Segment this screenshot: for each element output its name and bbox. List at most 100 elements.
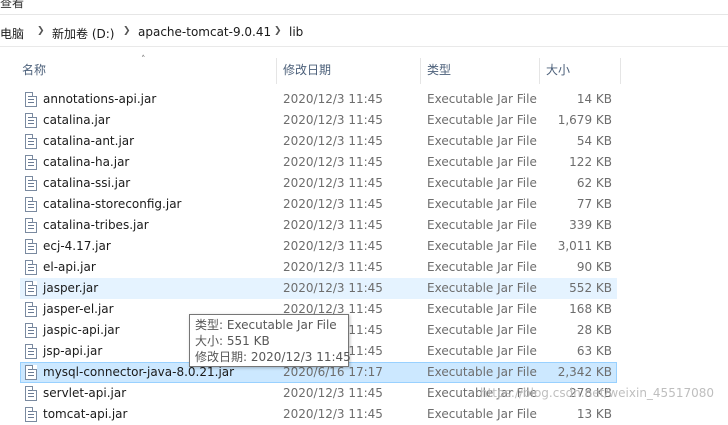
file-name: catalina-ha.jar (43, 155, 130, 169)
file-size: 14 KB (576, 92, 612, 106)
jar-file-icon (25, 323, 37, 338)
file-type: Executable Jar File (427, 260, 537, 274)
table-row[interactable]: catalina-ssi.jar 2020/12/3 11:45 Executabl… (20, 173, 617, 194)
file-name: catalina-tribes.jar (43, 218, 149, 232)
file-name: catalina-ant.jar (43, 134, 135, 148)
jar-file-icon (25, 281, 37, 296)
chevron-right-icon[interactable]: ❯ (123, 26, 131, 36)
file-date: 2020/12/3 11:45 (283, 386, 383, 400)
file-size: 63 KB (576, 344, 612, 358)
jar-file-icon (25, 176, 37, 191)
file-size: 90 KB (576, 260, 612, 274)
file-name: catalina-storeconfig.jar (43, 197, 182, 211)
file-size: 122 KB (569, 155, 612, 169)
file-type: Executable Jar File (427, 92, 537, 106)
file-date: 2020/12/3 11:45 (283, 113, 383, 127)
file-name: jsp-api.jar (43, 344, 103, 358)
file-size: 168 KB (569, 302, 612, 316)
file-name: jasper.jar (43, 281, 99, 295)
file-date: 2020/12/3 11:45 (283, 197, 383, 211)
file-type: Executable Jar File (427, 281, 537, 295)
table-row[interactable]: jasper.jar 2020/12/3 11:45 Executable Jar … (20, 278, 617, 299)
file-name: ecj-4.17.jar (43, 239, 111, 253)
file-type: Executable Jar File (427, 365, 537, 379)
table-row[interactable]: catalina-storeconfig.jar 2020/12/3 11:45 E… (20, 194, 617, 215)
table-row[interactable]: tomcat-api.jar 2020/12/3 11:45 Executable … (20, 404, 617, 425)
file-size: 1,679 KB (557, 113, 612, 127)
file-size: 28 KB (576, 323, 612, 337)
file-size: 77 KB (576, 197, 612, 211)
ribbon-strip: 查看 (0, 0, 728, 15)
column-header-name[interactable]: 名称 (16, 56, 276, 84)
file-date: 2020/12/3 11:45 (283, 218, 383, 232)
file-name: tomcat-api.jar (43, 407, 128, 421)
file-tooltip: 类型: Executable Jar File 大小: 551 KB 修改日期:… (189, 314, 351, 367)
file-size: 339 KB (569, 218, 612, 232)
file-name: annotations-api.jar (43, 92, 157, 106)
table-row[interactable]: catalina-ant.jar 2020/12/3 11:45 Executabl… (20, 131, 617, 152)
file-type: Executable Jar File (427, 176, 537, 190)
jar-file-icon (25, 260, 37, 275)
file-size: 2,342 KB (557, 365, 612, 379)
chevron-right-icon[interactable]: ❯ (274, 26, 282, 36)
breadcrumb-item-drive[interactable]: 新加卷 (D:) (52, 25, 114, 42)
file-type: Executable Jar File (427, 218, 537, 232)
file-size: 54 KB (576, 134, 612, 148)
jar-file-icon (25, 134, 37, 149)
jar-file-icon (25, 92, 37, 107)
file-type: Executable Jar File (427, 113, 537, 127)
watermark: https://blog.csdn.net/weixin_45517080 (479, 386, 714, 400)
tooltip-type: 类型: Executable Jar File (195, 318, 337, 332)
column-divider[interactable] (620, 58, 621, 84)
file-date: 2020/12/3 11:45 (283, 260, 383, 274)
file-date: 2020/12/3 11:45 (283, 92, 383, 106)
jar-file-icon (25, 239, 37, 254)
jar-file-icon (25, 407, 37, 422)
file-name: servlet-api.jar (43, 386, 127, 400)
file-date: 2020/12/3 11:45 (283, 407, 383, 421)
table-row[interactable]: annotations-api.jar 2020/12/3 11:45 Execut… (20, 89, 617, 110)
file-size: 552 KB (569, 281, 612, 295)
file-date: 2020/12/3 11:45 (283, 281, 383, 295)
jar-file-icon (25, 113, 37, 128)
jar-file-icon (25, 344, 37, 359)
table-row[interactable]: catalina-ha.jar 2020/12/3 11:45 Executable… (20, 152, 617, 173)
column-header-size[interactable]: 大小 (540, 56, 620, 84)
file-size: 13 KB (576, 407, 612, 421)
file-size: 62 KB (576, 176, 612, 190)
file-type: Executable Jar File (427, 134, 537, 148)
column-header-date[interactable]: 修改日期 (277, 56, 420, 84)
file-name: jaspic-api.jar (43, 323, 120, 337)
breadcrumb-item-this-pc[interactable]: 此电脑 (0, 25, 24, 42)
file-size: 3,011 KB (557, 239, 612, 253)
table-row[interactable]: ecj-4.17.jar 2020/12/3 11:45 Executable Ja… (20, 236, 617, 257)
jar-file-icon (25, 218, 37, 233)
file-date: 2020/12/3 11:45 (283, 176, 383, 190)
file-name: catalina.jar (43, 113, 111, 127)
file-type: Executable Jar File (427, 302, 537, 316)
breadcrumb-item-lib[interactable]: lib (289, 25, 303, 39)
file-date: 2020/12/3 11:45 (283, 155, 383, 169)
file-type: Executable Jar File (427, 239, 537, 253)
ribbon-view-tab[interactable]: 查看 (0, 0, 24, 11)
jar-file-icon (25, 302, 37, 317)
jar-file-icon (25, 386, 37, 401)
breadcrumb-item-tomcat[interactable]: apache-tomcat-9.0.41 (138, 25, 271, 39)
column-header-type[interactable]: 类型 (421, 56, 539, 84)
file-date: 2020/12/3 11:45 (283, 239, 383, 253)
file-name: catalina-ssi.jar (43, 176, 131, 190)
table-row[interactable]: catalina.jar 2020/12/3 11:45 Executable Ja… (20, 110, 617, 131)
chevron-right-icon[interactable]: ❯ (37, 26, 45, 36)
tooltip-date: 修改日期: 2020/12/3 11:45 (195, 350, 351, 364)
column-header: ˄ 名称 修改日期 类型 大小 (0, 55, 621, 84)
file-name: jasper-el.jar (43, 302, 114, 316)
table-row[interactable]: catalina-tribes.jar 2020/12/3 11:45 Execut… (20, 215, 617, 236)
file-type: Executable Jar File (427, 197, 537, 211)
address-bar[interactable]: 此电脑 ❯ 新加卷 (D:) ❯ apache-tomcat-9.0.41 ❯ … (0, 20, 728, 47)
jar-file-icon (25, 155, 37, 170)
file-type: Executable Jar File (427, 344, 537, 358)
jar-file-icon (25, 197, 37, 212)
file-type: Executable Jar File (427, 323, 537, 337)
table-row[interactable]: el-api.jar 2020/12/3 11:45 Executable Jar … (20, 257, 617, 278)
file-date: 2020/12/3 11:45 (283, 134, 383, 148)
